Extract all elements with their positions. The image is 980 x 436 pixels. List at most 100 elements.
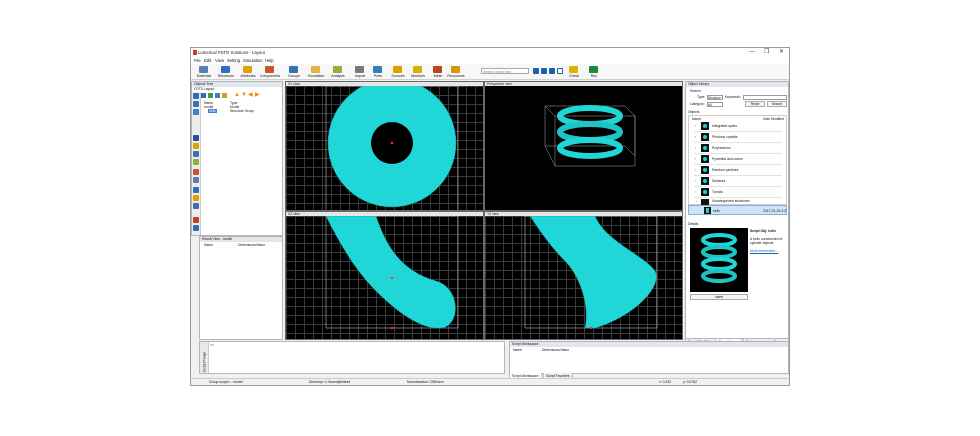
toolbar-materials-button[interactable]: Materials bbox=[193, 65, 215, 79]
toolbar-resources-button[interactable]: Resources bbox=[445, 65, 467, 79]
expand-icon[interactable]: › bbox=[695, 168, 696, 172]
script-prompt-input[interactable] bbox=[214, 343, 502, 371]
yz-view[interactable]: YZ view bbox=[484, 211, 683, 340]
app-window: Lumerical FDTD Solutions - Layout — ❐ ✕ … bbox=[190, 47, 790, 386]
xz-view[interactable]: XZ view bbox=[285, 211, 484, 340]
list-item-label: Uncategorized structures bbox=[712, 199, 750, 203]
list-item[interactable]: › Random particles bbox=[694, 165, 782, 176]
tree-row-helix[interactable]: helix Structure Group bbox=[201, 109, 281, 113]
tool-13-icon[interactable] bbox=[193, 217, 199, 223]
expand-icon[interactable]: ⌄ bbox=[695, 199, 698, 203]
keywords-input[interactable] bbox=[743, 95, 787, 100]
menu-edit[interactable]: Edit bbox=[204, 58, 211, 63]
toolbar-structures-button[interactable]: Structures bbox=[215, 65, 237, 79]
more-information-link[interactable]: More information... bbox=[750, 249, 778, 253]
list-item-label: Surfaces bbox=[712, 179, 726, 183]
tree-tool-2-icon[interactable] bbox=[208, 93, 213, 98]
list-item[interactable]: › Pyramids and cones bbox=[694, 154, 782, 165]
expand-icon[interactable]: › bbox=[695, 179, 696, 183]
list-item[interactable]: › Photonic crystals bbox=[694, 132, 782, 143]
xz-helix-shape bbox=[325, 216, 459, 330]
script-workspace-panel: Script Workspace Name Dimensions/Value bbox=[509, 341, 789, 374]
reset-button[interactable]: Reset bbox=[745, 101, 765, 107]
arrow-right-icon[interactable]: ▶ bbox=[255, 92, 260, 98]
xy-view[interactable]: XY view bbox=[285, 81, 484, 211]
tree-tool-4-icon[interactable] bbox=[222, 93, 227, 98]
close-button[interactable]: ✕ bbox=[779, 49, 784, 55]
ports-icon bbox=[373, 66, 382, 73]
tree-row-name: helix bbox=[208, 109, 217, 113]
tree-tool-3-icon[interactable] bbox=[215, 93, 220, 98]
helix-preview-icon bbox=[701, 233, 737, 283]
menu-help[interactable]: Help bbox=[265, 58, 274, 63]
maximize-button[interactable]: ❐ bbox=[764, 49, 769, 55]
analysis-icon bbox=[333, 66, 342, 73]
tree-tool-1-icon[interactable] bbox=[201, 93, 206, 98]
expand-icon[interactable]: › bbox=[695, 157, 696, 161]
window-title: Lumerical FDTD Solutions - Layout bbox=[198, 50, 265, 55]
toolbar-ports-button[interactable]: Ports bbox=[367, 65, 389, 79]
components-icon bbox=[265, 66, 274, 73]
list-item[interactable]: › Integrated optics bbox=[694, 121, 782, 132]
mode-icon-3[interactable] bbox=[549, 68, 555, 74]
tool-10-icon[interactable] bbox=[193, 187, 199, 193]
item-thumbnail bbox=[701, 144, 709, 152]
expand-icon[interactable]: › bbox=[695, 190, 696, 194]
toolbar-monitors-button[interactable]: Monitors bbox=[407, 65, 429, 79]
zoom-icon[interactable] bbox=[193, 143, 199, 149]
expand-icon[interactable]: › bbox=[695, 146, 696, 150]
minimize-button[interactable]: — bbox=[749, 49, 755, 55]
selected-object-name: helix bbox=[713, 209, 720, 213]
objects-list: Name Date Modified › Integrated optics › P… bbox=[688, 115, 787, 205]
toolbar-analysis-button[interactable]: Analysis bbox=[327, 65, 349, 79]
resources-icon bbox=[451, 66, 460, 73]
selected-object-date: 2017-01-24 4:3 bbox=[763, 209, 786, 213]
help-search-input[interactable]: Search online help bbox=[481, 68, 529, 74]
ruler-icon[interactable] bbox=[193, 169, 199, 175]
menu-setting[interactable]: Setting bbox=[227, 58, 240, 63]
toolbar-sources-button[interactable]: Sources bbox=[387, 65, 409, 79]
toolbar-check-button[interactable]: Check bbox=[563, 65, 585, 79]
mode-icon-1[interactable] bbox=[533, 68, 539, 74]
tool-9-icon[interactable] bbox=[193, 177, 199, 183]
toolbar-simulation-button[interactable]: Simulation bbox=[305, 65, 327, 79]
arrow-down-icon[interactable]: ▼ bbox=[241, 92, 247, 98]
list-item[interactable]: ⌄ Uncategorized structures bbox=[694, 198, 782, 205]
type-select[interactable]: Structure bbox=[707, 95, 723, 100]
perspective-view[interactable]: Perspective view bbox=[484, 81, 683, 211]
expand-icon[interactable]: › bbox=[695, 135, 696, 139]
tool-11-icon[interactable] bbox=[193, 195, 199, 201]
arrow-up-icon[interactable]: ▲ bbox=[234, 92, 240, 98]
mode-icon-2[interactable] bbox=[541, 68, 547, 74]
tool-3-icon[interactable] bbox=[193, 109, 199, 115]
library-search-label: Search bbox=[690, 89, 701, 93]
toolbar-components-button[interactable]: Components bbox=[259, 65, 281, 79]
toolbar-attributes-button[interactable]: Attributes bbox=[237, 65, 259, 79]
list-item[interactable]: › Surfaces bbox=[694, 176, 782, 187]
pointer-icon[interactable] bbox=[193, 135, 199, 141]
arrow-left-icon[interactable]: ◀ bbox=[248, 92, 253, 98]
menu-file[interactable]: File bbox=[194, 58, 201, 63]
tool-12-icon[interactable] bbox=[193, 203, 199, 209]
script-prompt-sidebar: Script Prompt bbox=[200, 342, 209, 373]
rotate-icon[interactable] bbox=[193, 151, 199, 157]
title-bar: Lumerical FDTD Solutions - Layout — ❐ ✕ bbox=[191, 48, 789, 57]
category-select[interactable]: All bbox=[707, 102, 723, 107]
insert-button[interactable]: Insert bbox=[690, 294, 748, 300]
list-item[interactable]: › Polyhedrons bbox=[694, 143, 782, 154]
tree-row-type: Structure Group bbox=[230, 109, 255, 113]
tool-2-icon[interactable] bbox=[193, 101, 199, 107]
search-button[interactable]: Search bbox=[767, 101, 787, 107]
pan-icon[interactable] bbox=[193, 159, 199, 165]
toolbar-run-button[interactable]: Run bbox=[583, 65, 605, 79]
toolbar-groups-button[interactable]: Groups bbox=[283, 65, 305, 79]
selected-object-row[interactable]: helix 2017-01-24 4:3 bbox=[688, 205, 787, 215]
select-icon[interactable] bbox=[193, 93, 199, 99]
menu-simulation[interactable]: Simulation bbox=[243, 58, 263, 63]
list-item[interactable]: › Toroids bbox=[694, 187, 782, 198]
toolbar-button-label: Ports bbox=[373, 74, 383, 78]
menu-view[interactable]: View bbox=[215, 58, 224, 63]
expand-icon[interactable]: › bbox=[695, 124, 696, 128]
toolbar-button-label: Sources bbox=[391, 74, 405, 78]
tool-14-icon[interactable] bbox=[193, 225, 199, 231]
